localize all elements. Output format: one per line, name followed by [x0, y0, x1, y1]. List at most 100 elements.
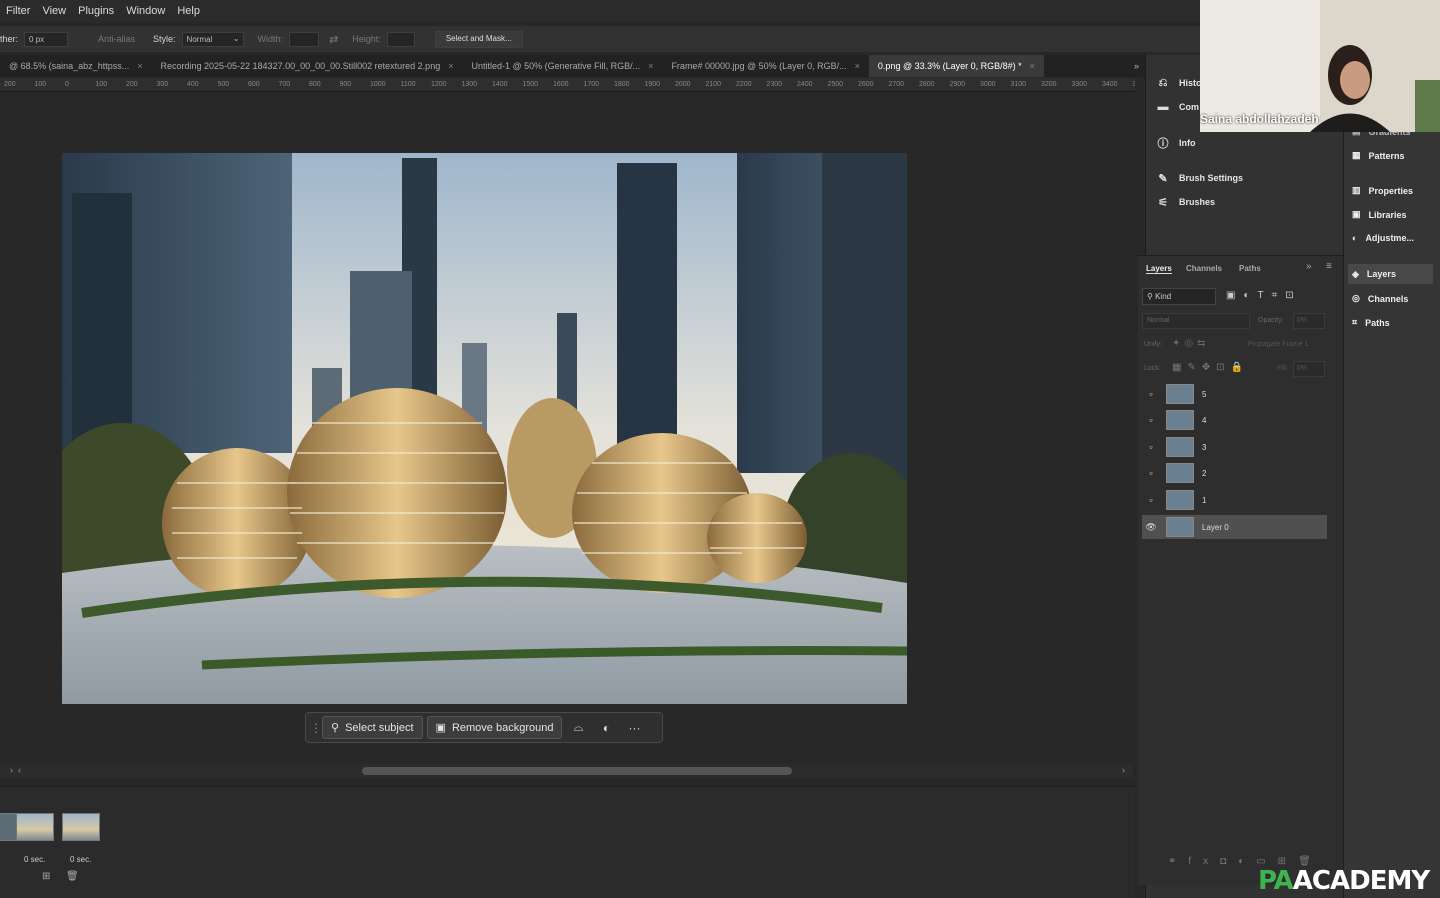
visibility-toggle[interactable]: ▫ [1142, 468, 1160, 478]
channels-icon: ◎ [1352, 293, 1360, 303]
scroll-left-icon[interactable]: › ‹ [10, 765, 21, 775]
horizontal-scrollbar[interactable]: › ‹ › [0, 764, 1133, 778]
antialias-checkbox[interactable]: Anti-alias [98, 34, 135, 44]
close-icon[interactable]: × [1030, 61, 1035, 71]
layer-row[interactable]: ▫ 1 [1142, 488, 1327, 512]
visibility-toggle[interactable]: ▫ [1142, 389, 1160, 399]
more-options-icon[interactable]: ··· [622, 716, 646, 739]
document-image[interactable] [62, 153, 907, 704]
fill-input[interactable]: 0% [1293, 361, 1325, 377]
image-icon: ▣ [435, 722, 446, 734]
ruler-tick-label: 100 [95, 81, 108, 88]
timeline-frame-5[interactable] [16, 813, 54, 841]
tab-channels[interactable]: Channels [1186, 264, 1222, 273]
visibility-toggle[interactable]: ▫ [1142, 415, 1160, 425]
ruler-tick-label: 1800 [614, 81, 630, 88]
webcam-overlay: Saina abdollahzadeh [1200, 0, 1440, 132]
panel-info[interactable]: ⓘ Info [1156, 137, 1196, 150]
ruler-tick-label: 1100 [400, 81, 416, 88]
panel-brush-settings[interactable]: ✎ Brush Settings [1156, 172, 1244, 185]
scroll-thumb[interactable] [362, 767, 792, 775]
visibility-toggle[interactable]: ▫ [1142, 495, 1160, 505]
brush-settings-label: Brush Settings [1179, 173, 1244, 183]
layer-filter-icons[interactable]: ▣◐T⌗⊡ [1226, 290, 1302, 301]
close-icon[interactable]: × [137, 61, 142, 71]
select-subject-button[interactable]: ⚲ Select subject [322, 716, 423, 739]
drag-handle-icon[interactable]: ⋮ [310, 721, 322, 735]
panel-brushes[interactable]: ⚟ Brushes [1156, 196, 1215, 209]
ruler-tick-label: 800 [309, 81, 321, 88]
select-and-mask-button[interactable]: Select and Mask... [434, 30, 523, 48]
layer-row[interactable]: ▫ 2 [1142, 461, 1327, 485]
panel-channels[interactable]: ◎ Channels [1352, 293, 1408, 304]
layer-row[interactable]: ▫ 4 [1142, 408, 1327, 432]
kind-label: Kind [1155, 292, 1172, 301]
properties-label: Properties [1368, 185, 1414, 196]
tab-doc-2[interactable]: Recording 2025-05-22 184327.00_00_00_00.… [151, 55, 462, 77]
opacity-input[interactable]: 0% [1293, 313, 1325, 329]
panel-properties[interactable]: ▥ Properties [1352, 185, 1413, 196]
panel-paths[interactable]: ⌗ Paths [1352, 317, 1390, 328]
transform-icon[interactable]: ⌓ [566, 716, 590, 739]
layer-row[interactable]: ▫ 5 [1142, 382, 1327, 406]
timeline-frame-6[interactable] [62, 813, 100, 841]
panel-comments[interactable]: ▬ Com [1156, 101, 1200, 113]
feather-label: ther: [0, 34, 19, 44]
layer-name: 4 [1202, 415, 1207, 425]
person-icon: ⚲ [331, 722, 340, 734]
opacity-label: Opacity: [1258, 317, 1284, 324]
scroll-right-icon[interactable]: › [1122, 765, 1125, 775]
visibility-toggle[interactable]: ▫ [1142, 442, 1160, 452]
frame-delay[interactable]: 0 sec. [24, 855, 45, 864]
kind-filter-select[interactable]: ⚲ Kind [1142, 288, 1216, 305]
menu-plugins[interactable]: Plugins [72, 5, 120, 17]
blend-mode-select[interactable]: Normal [1142, 313, 1250, 329]
menu-help[interactable]: Help [171, 5, 206, 17]
ruler-tick-label: 3200 [1041, 81, 1057, 88]
feather-input[interactable]: 0 px [24, 31, 69, 47]
close-icon[interactable]: × [648, 61, 653, 71]
panel-layers[interactable]: ◈ Layers [1348, 264, 1433, 284]
panel-adjustments[interactable]: ◐ Adjustme... [1352, 233, 1414, 243]
panel-history[interactable]: ⎌ Histo [1156, 77, 1202, 89]
width-input[interactable] [289, 31, 320, 47]
layer-row[interactable]: ▫ 3 [1142, 435, 1327, 459]
style-select[interactable]: Normal ⌄ [181, 31, 244, 47]
trash-icon[interactable]: 🗑 [66, 871, 79, 882]
menu-filter[interactable]: Filter [0, 5, 36, 17]
remove-background-button[interactable]: ▣ Remove background [426, 716, 563, 739]
tab-layers[interactable]: Layers [1146, 264, 1172, 274]
tab-paths[interactable]: Paths [1239, 264, 1261, 273]
swap-icon[interactable]: ⇄ [329, 33, 338, 46]
ruler-tick-label: 300 [156, 81, 169, 88]
brush-settings-icon: ✎ [1158, 172, 1168, 185]
frame-delay[interactable]: 0 sec. [70, 855, 91, 864]
tab-doc-3[interactable]: Untitled-1 @ 50% (Generative Fill, RGB/.… [462, 55, 662, 77]
unify-icons[interactable]: ✦◎⇆ [1172, 338, 1209, 349]
menu-window[interactable]: Window [120, 5, 171, 17]
menu-view[interactable]: View [36, 5, 72, 17]
menu-bar: Filter View Plugins Window Help [0, 0, 1200, 22]
propagate-frame-checkbox[interactable]: Propagate Frame 1 [1248, 341, 1308, 348]
panel-menu-icon[interactable]: ≡ [1326, 261, 1332, 272]
logo-academy: ACADEMY [1292, 866, 1430, 896]
ruler-tick-label: 2800 [919, 81, 935, 88]
tab-doc-active[interactable]: 0.png @ 33.3% (Layer 0, RGB/8#) * × [868, 55, 1044, 77]
close-icon[interactable]: × [855, 61, 860, 71]
tab-doc-4[interactable]: Frame# 00000.jpg @ 50% (Layer 0, RGB/...… [662, 55, 868, 77]
lock-icons[interactable]: ▦✎✥⊡🔒 [1172, 362, 1249, 373]
height-input[interactable] [386, 31, 415, 47]
adjustment-icon[interactable]: ◐ [594, 716, 618, 739]
ruler-tick-label: 1400 [492, 81, 508, 88]
collapse-icon[interactable]: » [1306, 261, 1312, 272]
new-frame-icon[interactable]: ⊞ [42, 871, 50, 882]
layer-row-selected[interactable]: 👁 Layer 0 [1142, 515, 1327, 539]
eye-icon[interactable]: 👁 [1142, 522, 1160, 533]
tabs-overflow-icon[interactable]: » [1134, 61, 1145, 71]
search-icon: ⚲ [1147, 292, 1156, 301]
panel-patterns[interactable]: ▦ Patterns [1352, 150, 1405, 161]
close-icon[interactable]: × [448, 61, 453, 71]
tab-doc-1[interactable]: @ 68.5% (saina_abz_httpss... × [0, 55, 151, 77]
panel-libraries[interactable]: ▣ Libraries [1352, 209, 1407, 220]
layer-thumbnail [1166, 410, 1194, 430]
